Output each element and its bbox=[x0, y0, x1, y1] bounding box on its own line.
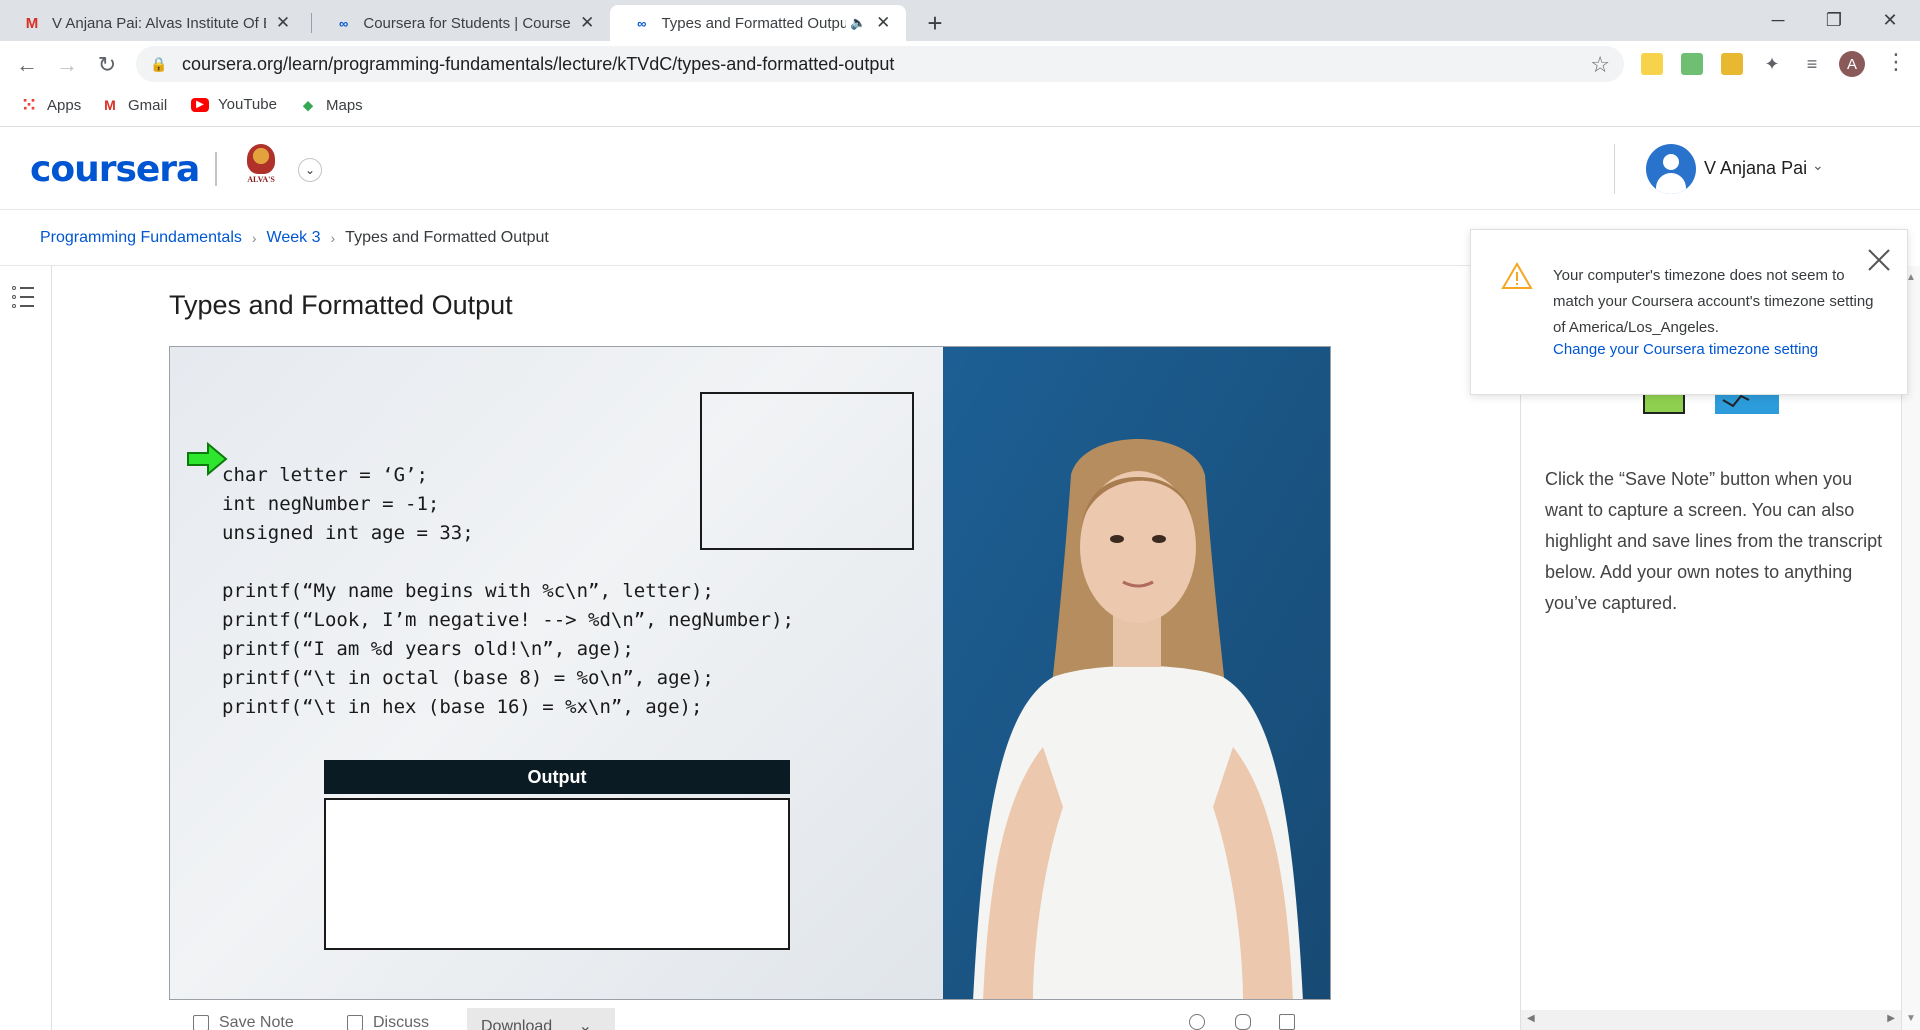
gmail-icon: M bbox=[104, 97, 116, 113]
notes-instructions: Click the “Save Note” button when you wa… bbox=[1545, 469, 1883, 613]
breadcrumb-current: Types and Formatted Output bbox=[345, 229, 549, 246]
profile-avatar[interactable]: A bbox=[1839, 51, 1865, 77]
discuss-label: Discuss bbox=[373, 1014, 430, 1030]
bookmarks-bar: ⁙ Apps M Gmail ▶ YouTube ⬥ Maps bbox=[0, 87, 1920, 127]
minimize-button[interactable]: ─ bbox=[1750, 0, 1806, 41]
close-tab-icon[interactable]: ✕ bbox=[579, 13, 596, 33]
breadcrumb-separator-icon: › bbox=[330, 230, 336, 246]
browser-menu-icon[interactable]: ⋮ bbox=[1885, 49, 1907, 75]
scroll-right-icon[interactable]: ▶ bbox=[1887, 1013, 1895, 1024]
coursera-header: coursera ALVA'S ⌄ V Anjana Pai ⌄ bbox=[0, 128, 1920, 210]
restore-button[interactable]: ❐ bbox=[1806, 0, 1862, 41]
note-icon bbox=[193, 1015, 209, 1030]
institution-switcher-chevron-icon[interactable]: ⌄ bbox=[298, 158, 322, 182]
bookmark-star-icon[interactable]: ☆ bbox=[1590, 52, 1610, 78]
lecture-slide: char letter = ‘G’; int negNumber = -1; u… bbox=[170, 347, 943, 999]
lock-icon[interactable]: 🔒 bbox=[150, 56, 172, 73]
presenter-video bbox=[943, 347, 1330, 999]
back-button[interactable]: ← bbox=[13, 51, 41, 79]
page-title: Types and Formatted Output bbox=[169, 290, 513, 320]
extension-drive-icon[interactable] bbox=[1721, 53, 1743, 75]
header-divider bbox=[1614, 144, 1615, 194]
coursera-icon: ∞ bbox=[339, 15, 349, 31]
breadcrumb-course-link[interactable]: Programming Fundamentals bbox=[40, 229, 242, 247]
extension-sheets-icon[interactable] bbox=[1681, 53, 1703, 75]
apps-grid-icon: ⁙ bbox=[21, 94, 37, 115]
logo-divider bbox=[215, 152, 217, 186]
divider bbox=[0, 265, 1470, 266]
timezone-warning-toast: Your computer's timezone does not seem t… bbox=[1470, 229, 1908, 395]
coursera-icon: ∞ bbox=[637, 15, 647, 31]
forward-button[interactable]: → bbox=[53, 51, 81, 79]
institution-emblem-icon bbox=[247, 144, 275, 174]
gmail-icon: M bbox=[25, 14, 39, 32]
bookmark-label: Maps bbox=[326, 96, 363, 114]
tab-title: Coursera for Students | Coursera bbox=[363, 14, 571, 32]
new-tab-button[interactable]: + bbox=[920, 8, 950, 39]
bookmark-label: Apps bbox=[47, 96, 82, 114]
warning-icon bbox=[1501, 262, 1533, 289]
scroll-down-icon[interactable]: ▼ bbox=[1906, 1013, 1916, 1024]
timezone-warning-message: Your computer's timezone does not seem t… bbox=[1553, 267, 1874, 336]
breadcrumb: Programming Fundamentals › Week 3 › Type… bbox=[40, 229, 549, 247]
browser-tab-strip: M V Anjana Pai: Alvas Institute Of Er ✕ … bbox=[0, 0, 1920, 41]
audio-playing-icon[interactable]: 🔈 bbox=[850, 15, 866, 31]
close-window-button[interactable]: ✕ bbox=[1862, 0, 1918, 41]
video-player[interactable]: char letter = ‘G’; int negNumber = -1; u… bbox=[169, 346, 1331, 1000]
address-bar[interactable]: 🔒 coursera.org/learn/programming-fundame… bbox=[136, 46, 1624, 82]
institution-logo-text: ALVA'S bbox=[247, 175, 275, 184]
bookmark-label: Gmail bbox=[128, 96, 168, 114]
maps-icon: ⬥ bbox=[303, 96, 313, 113]
bookmark-label: YouTube bbox=[218, 96, 277, 113]
download-label: Download bbox=[481, 1018, 553, 1030]
bookmark-gmail[interactable]: M Gmail bbox=[101, 96, 167, 114]
user-name-menu[interactable]: V Anjana Pai bbox=[1704, 158, 1807, 179]
tab-title: V Anjana Pai: Alvas Institute Of Er bbox=[52, 14, 266, 32]
browser-tab-coursera-students[interactable]: ∞ Coursera for Students | Coursera ✕ bbox=[312, 5, 610, 41]
bookmark-apps[interactable]: ⁙ Apps bbox=[20, 94, 82, 115]
chevron-down-icon: ⌄ bbox=[578, 1018, 593, 1030]
video-toolbar: Save Note Discuss Download ⌄ bbox=[169, 1008, 1331, 1030]
presenter-image bbox=[943, 347, 1330, 999]
save-note-button[interactable]: Save Note bbox=[193, 1014, 294, 1030]
extension-notes-icon[interactable] bbox=[1641, 53, 1663, 75]
tab-title: Types and Formatted Output bbox=[661, 14, 847, 32]
coursera-logo[interactable]: coursera bbox=[30, 149, 200, 190]
browser-tab-gmail[interactable]: M V Anjana Pai: Alvas Institute Of Er ✕ bbox=[0, 5, 310, 41]
edit-icon[interactable] bbox=[1189, 1014, 1215, 1030]
extensions-puzzle-icon[interactable]: ✦ bbox=[1761, 53, 1783, 75]
save-note-label: Save Note bbox=[219, 1014, 294, 1030]
scroll-left-icon[interactable]: ◀ bbox=[1527, 1013, 1535, 1024]
discuss-icon bbox=[347, 1015, 363, 1030]
media-control-icon[interactable]: ≡ bbox=[1801, 53, 1823, 75]
left-rail bbox=[0, 266, 52, 1030]
bookmark-maps[interactable]: ⬥ Maps bbox=[299, 96, 363, 114]
close-tab-icon[interactable]: ✕ bbox=[874, 13, 892, 33]
user-avatar[interactable] bbox=[1646, 144, 1696, 194]
close-icon[interactable] bbox=[1863, 244, 1895, 276]
discuss-button[interactable]: Discuss bbox=[347, 1014, 429, 1030]
bookmark-youtube[interactable]: ▶ YouTube bbox=[191, 96, 277, 113]
change-timezone-link[interactable]: Change your Coursera timezone setting bbox=[1553, 341, 1818, 358]
browser-tab-active[interactable]: ∞ Types and Formatted Output 🔈 ✕ bbox=[610, 5, 906, 41]
flag-icon[interactable] bbox=[1279, 1014, 1305, 1030]
breadcrumb-separator-icon: › bbox=[251, 230, 257, 246]
course-outline-toggle-icon[interactable] bbox=[12, 286, 36, 313]
slide-code: char letter = ‘G’; int negNumber = -1; u… bbox=[222, 464, 794, 718]
reload-button[interactable]: ↻ bbox=[93, 51, 121, 79]
slide-output-box bbox=[324, 798, 790, 950]
download-dropdown[interactable]: Download ⌄ bbox=[467, 1008, 615, 1030]
chevron-down-icon[interactable]: ⌄ bbox=[1812, 157, 1824, 174]
institution-logo[interactable]: ALVA'S bbox=[242, 144, 280, 188]
url-text[interactable]: coursera.org/learn/programming-fundament… bbox=[182, 54, 894, 75]
breadcrumb-week-link[interactable]: Week 3 bbox=[267, 229, 321, 247]
chat-icon[interactable] bbox=[1235, 1014, 1261, 1030]
close-tab-icon[interactable]: ✕ bbox=[274, 13, 292, 33]
youtube-icon: ▶ bbox=[191, 97, 209, 112]
browser-toolbar: ← → ↻ 🔒 coursera.org/learn/programming-f… bbox=[0, 41, 1920, 87]
horizontal-scrollbar[interactable]: ◀ ▶ bbox=[1521, 1010, 1901, 1030]
slide-output-label: Output bbox=[324, 760, 790, 794]
